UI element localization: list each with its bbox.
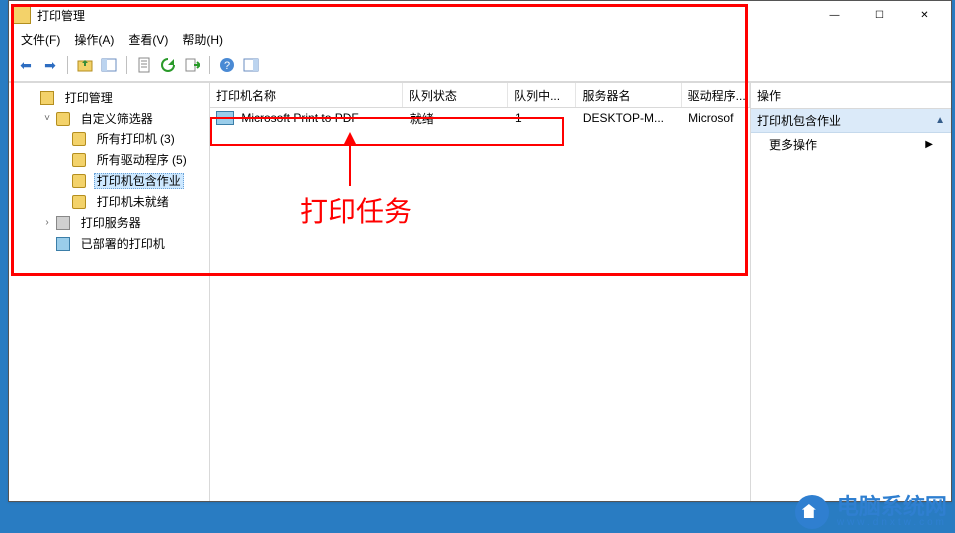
show-hide-action-pane-button[interactable] bbox=[240, 54, 262, 76]
tree: 打印管理 ˅ 自定义筛选器 所有打印机 (3) bbox=[9, 87, 209, 254]
cell-printer-name-text: Microsoft Print to PDF bbox=[241, 111, 358, 125]
maximize-button[interactable]: ☐ bbox=[857, 1, 902, 29]
cell-printer-name: Microsoft Print to PDF bbox=[210, 111, 404, 126]
pane-icon bbox=[101, 57, 117, 73]
arrow-left-icon: ⬅ bbox=[20, 57, 32, 74]
cell-driver-name: Microsof bbox=[682, 111, 750, 125]
list-body: Microsoft Print to PDF 就绪 1 DESKTOP-M...… bbox=[210, 108, 750, 501]
up-button[interactable] bbox=[74, 54, 96, 76]
actions-more[interactable]: 更多操作 ▶ bbox=[751, 133, 951, 156]
folder-icon bbox=[40, 91, 54, 105]
close-icon: ✕ bbox=[920, 10, 928, 21]
cell-queue-status: 就绪 bbox=[404, 110, 509, 127]
help-icon: ? bbox=[219, 57, 235, 73]
actions-group-label: 打印机包含作业 bbox=[757, 112, 841, 129]
col-jobs-in-queue[interactable]: 队列中... bbox=[508, 83, 576, 107]
tree-pane: 打印管理 ˅ 自定义筛选器 所有打印机 (3) bbox=[9, 83, 210, 501]
titlebar: 打印管理 — ☐ ✕ bbox=[9, 1, 951, 29]
tree-custom-filters[interactable]: ˅ 自定义筛选器 所有打印机 (3) bbox=[41, 108, 209, 212]
svg-text:?: ? bbox=[224, 60, 230, 72]
collapse-toggle[interactable]: ˅ bbox=[41, 109, 53, 129]
nav-forward-button[interactable]: ➡ bbox=[39, 54, 61, 76]
nav-back-button[interactable]: ⬅ bbox=[15, 54, 37, 76]
col-printer-name[interactable]: 打印机名称 bbox=[210, 83, 403, 107]
tree-all-drivers[interactable]: 所有驱动程序 (5) bbox=[57, 149, 209, 170]
table-row[interactable]: Microsoft Print to PDF 就绪 1 DESKTOP-M...… bbox=[210, 108, 750, 128]
body: 打印管理 ˅ 自定义筛选器 所有打印机 (3) bbox=[9, 82, 951, 501]
toolbar-separator bbox=[126, 56, 127, 74]
watermark-text: 电脑系统网 www.dnxtw.com bbox=[837, 496, 947, 528]
tree-printers-not-ready[interactable]: 打印机未就绪 bbox=[57, 191, 209, 212]
watermark-sub: www.dnxtw.com bbox=[837, 518, 947, 528]
pane-right-icon bbox=[243, 57, 259, 73]
minimize-icon: — bbox=[830, 10, 840, 21]
tree-root-label: 打印管理 bbox=[62, 90, 116, 106]
filter-icon bbox=[72, 174, 86, 188]
tree-printers-with-jobs[interactable]: 打印机包含作业 bbox=[57, 170, 209, 191]
tree-printers-with-jobs-label: 打印机包含作业 bbox=[94, 173, 184, 189]
help-button[interactable]: ? bbox=[216, 54, 238, 76]
toolbar-separator bbox=[209, 56, 210, 74]
tree-custom-filters-label: 自定义筛选器 bbox=[78, 111, 156, 127]
tree-all-printers-label: 所有打印机 (3) bbox=[94, 131, 178, 147]
arrow-right-icon: ➡ bbox=[44, 57, 56, 74]
maximize-icon: ☐ bbox=[875, 10, 884, 21]
menu-action[interactable]: 操作(A) bbox=[68, 30, 120, 49]
tree-deployed-printers[interactable]: 已部署的打印机 bbox=[41, 233, 209, 254]
menubar: 文件(F) 操作(A) 查看(V) 帮助(H) bbox=[9, 29, 951, 49]
watermark-logo-icon bbox=[795, 495, 829, 529]
cell-jobs-in-queue: 1 bbox=[509, 111, 577, 125]
toolbar: ⬅ ➡ ? bbox=[9, 49, 951, 82]
tree-printers-not-ready-label: 打印机未就绪 bbox=[94, 194, 172, 210]
list-pane: 打印机名称 队列状态 队列中... 服务器名 驱动程序... Microsoft… bbox=[210, 83, 751, 501]
col-queue-status[interactable]: 队列状态 bbox=[403, 83, 508, 107]
server-icon bbox=[56, 216, 70, 230]
properties-button[interactable] bbox=[133, 54, 155, 76]
col-server-name[interactable]: 服务器名 bbox=[576, 83, 681, 107]
cell-server-name: DESKTOP-M... bbox=[577, 111, 682, 125]
annotation-arrow bbox=[349, 142, 351, 186]
toolbar-separator bbox=[67, 56, 68, 74]
watermark-main: 电脑系统网 bbox=[837, 496, 947, 518]
filter-icon bbox=[72, 153, 86, 167]
show-hide-tree-button[interactable] bbox=[98, 54, 120, 76]
tree-all-drivers-label: 所有驱动程序 (5) bbox=[94, 152, 190, 168]
actions-pane-header: 操作 bbox=[751, 83, 951, 109]
app-icon bbox=[13, 6, 31, 24]
watermark: 电脑系统网 www.dnxtw.com bbox=[795, 495, 947, 529]
filter-icon bbox=[72, 195, 86, 209]
export-icon bbox=[184, 57, 200, 73]
folder-up-icon bbox=[77, 57, 93, 73]
chevron-up-icon: ▲ bbox=[935, 115, 945, 126]
tree-deployed-printers-label: 已部署的打印机 bbox=[78, 236, 168, 252]
printer-icon bbox=[56, 237, 70, 251]
menu-file[interactable]: 文件(F) bbox=[15, 30, 66, 49]
menu-view[interactable]: 查看(V) bbox=[122, 30, 174, 49]
annotation-label: 打印任务 bbox=[300, 190, 412, 230]
filter-icon bbox=[72, 132, 86, 146]
actions-group-title[interactable]: 打印机包含作业 ▲ bbox=[751, 109, 951, 133]
list-header: 打印机名称 队列状态 队列中... 服务器名 驱动程序... bbox=[210, 83, 750, 108]
tree-all-printers[interactable]: 所有打印机 (3) bbox=[57, 129, 209, 150]
refresh-icon bbox=[160, 57, 176, 73]
menu-help[interactable]: 帮助(H) bbox=[176, 30, 229, 49]
window-title: 打印管理 bbox=[37, 7, 812, 24]
printer-icon bbox=[216, 111, 234, 125]
tree-print-servers-label: 打印服务器 bbox=[78, 215, 144, 231]
tree-root[interactable]: 打印管理 ˅ 自定义筛选器 所有打印机 (3) bbox=[25, 87, 209, 254]
tree-print-servers[interactable]: › 打印服务器 bbox=[41, 212, 209, 233]
chevron-right-icon: ▶ bbox=[925, 139, 933, 150]
filter-icon bbox=[56, 112, 70, 126]
minimize-button[interactable]: — bbox=[812, 1, 857, 29]
col-driver-name[interactable]: 驱动程序... bbox=[682, 83, 750, 107]
actions-pane: 操作 打印机包含作业 ▲ 更多操作 ▶ bbox=[751, 83, 951, 501]
print-management-window: 打印管理 — ☐ ✕ 文件(F) 操作(A) 查看(V) 帮助(H) ⬅ ➡ bbox=[8, 0, 952, 502]
refresh-button[interactable] bbox=[157, 54, 179, 76]
close-button[interactable]: ✕ bbox=[902, 1, 947, 29]
actions-more-label: 更多操作 bbox=[769, 136, 817, 153]
export-list-button[interactable] bbox=[181, 54, 203, 76]
expand-toggle[interactable]: › bbox=[41, 213, 53, 233]
sheet-icon bbox=[136, 57, 152, 73]
